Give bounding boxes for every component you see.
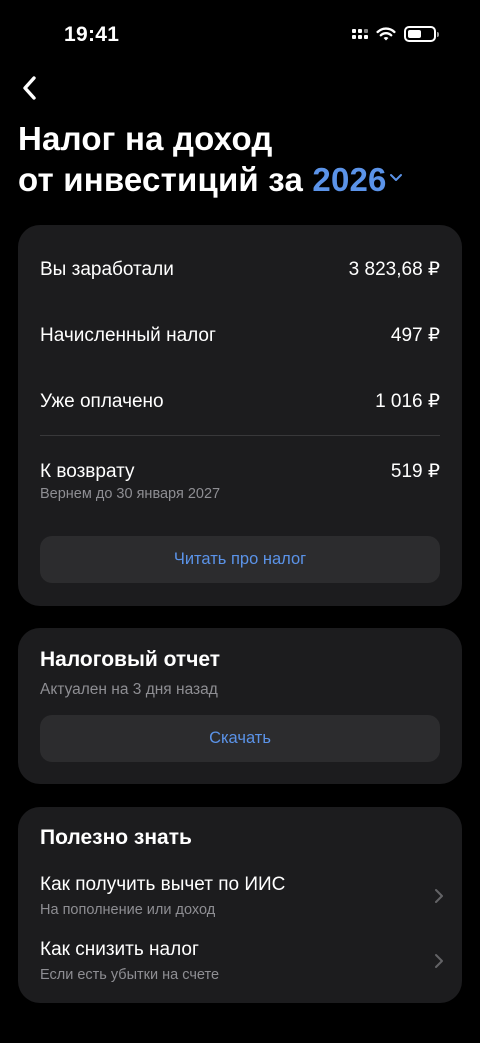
read-about-tax-button[interactable]: Читать про налог	[40, 536, 440, 583]
paid-row: Уже оплачено 1 016 ₽	[40, 390, 440, 413]
status-icons	[352, 26, 439, 42]
chevron-right-icon	[435, 889, 443, 903]
status-time: 19:41	[64, 23, 120, 46]
tax-value: 497 ₽	[390, 325, 440, 346]
wifi-icon	[376, 26, 396, 40]
download-report-button[interactable]: Скачать	[40, 715, 440, 762]
back-button[interactable]	[12, 70, 48, 106]
tax-report-card: Налоговый отчет Актуален на 3 дня назад …	[18, 628, 462, 784]
tip-item-iis-deduction[interactable]: Как получить вычет по ИИС На пополнение …	[18, 874, 462, 930]
tax-summary-card: Вы заработали 3 823,68 ₽ Начисленный нал…	[18, 225, 462, 606]
refund-row: К возврату 519 ₽	[40, 460, 440, 483]
page-title-line1: Налог на доход	[18, 120, 273, 157]
cellular-signal-icon	[352, 29, 368, 39]
year-value: 2026	[312, 161, 387, 198]
refund-value: 519 ₽	[390, 461, 440, 482]
page-title: Налог на доход от инвестиций за 2026	[18, 118, 403, 200]
earned-row: Вы заработали 3 823,68 ₽	[40, 258, 440, 281]
paid-value: 1 016 ₽	[375, 391, 440, 412]
year-selector[interactable]: 2026	[312, 161, 402, 198]
useful-info-card: Полезно знать Как получить вычет по ИИС …	[18, 807, 462, 1003]
status-bar: 19:41	[0, 0, 480, 70]
chevron-down-icon	[389, 173, 402, 181]
paid-label: Уже оплачено	[40, 391, 164, 412]
tips-title: Полезно знать	[40, 826, 192, 849]
tip-subtitle: На пополнение или доход	[40, 902, 216, 918]
battery-icon	[404, 26, 439, 42]
earned-label: Вы заработали	[40, 259, 174, 280]
summary-divider	[40, 435, 440, 436]
tip-title: Как снизить налог	[40, 939, 199, 960]
tip-subtitle: Если есть убытки на счете	[40, 967, 220, 983]
tip-title: Как получить вычет по ИИС	[40, 874, 286, 895]
tax-label: Начисленный налог	[40, 325, 216, 346]
page-title-line2: от инвестиций за	[18, 161, 304, 198]
refund-note: Вернем до 30 января 2027	[40, 486, 221, 502]
tax-row: Начисленный налог 497 ₽	[40, 324, 440, 347]
report-title: Налоговый отчет	[40, 648, 221, 671]
chevron-right-icon	[435, 954, 443, 968]
report-status: Актуален на 3 дня назад	[40, 681, 218, 698]
chevron-left-icon	[23, 76, 36, 100]
tip-item-reduce-tax[interactable]: Как снизить налог Если есть убытки на сч…	[18, 939, 462, 995]
refund-label: К возврату	[40, 461, 135, 482]
earned-value: 3 823,68 ₽	[348, 259, 440, 280]
